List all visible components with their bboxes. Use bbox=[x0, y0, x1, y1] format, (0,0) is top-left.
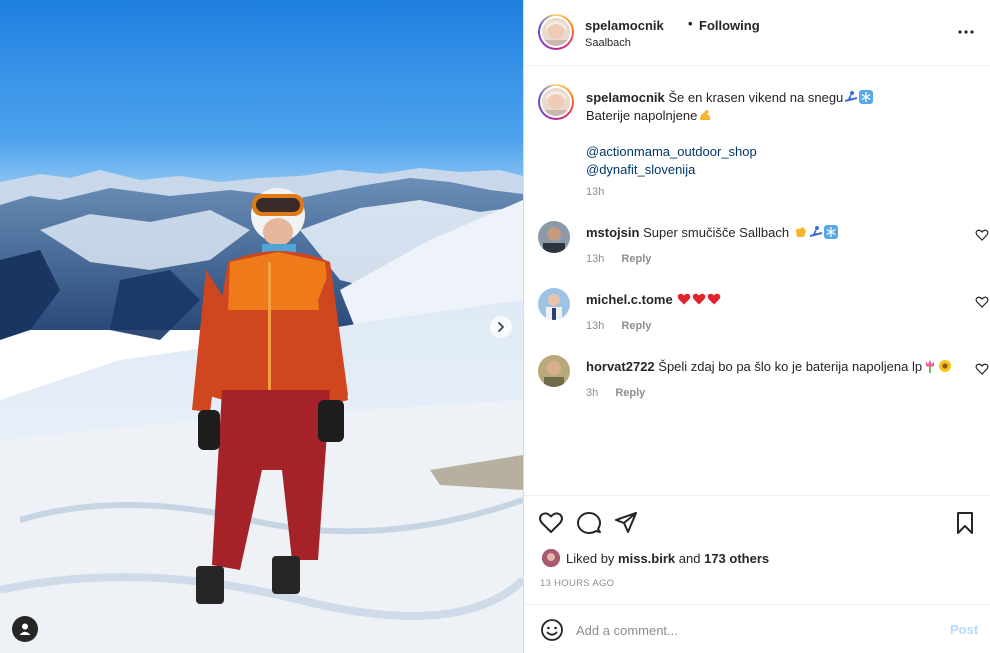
likes-others-link[interactable]: 173 others bbox=[704, 551, 769, 566]
caption-line1: Še en krasen vikend na snegu bbox=[668, 90, 844, 105]
author-username[interactable]: spelamocnik bbox=[585, 18, 664, 33]
comment-time: 13h bbox=[586, 253, 605, 265]
more-options-button[interactable] bbox=[954, 22, 978, 42]
caption-timestamp: 13h bbox=[586, 186, 605, 198]
comment-body: Super smučišče Sallbach bbox=[643, 225, 790, 240]
sunflower-icon bbox=[939, 360, 952, 372]
share-paper-plane-icon[interactable] bbox=[613, 510, 639, 536]
comment-username[interactable]: mstojsin bbox=[586, 225, 639, 240]
like-comment-heart-icon[interactable] bbox=[975, 295, 989, 309]
user-icon bbox=[19, 623, 31, 635]
post-timestamp: 13 HOURS AGO bbox=[540, 578, 615, 589]
chevron-right-icon bbox=[498, 322, 504, 332]
comment-item: mstojsin Super smučišče Sallbach 13h Rep… bbox=[538, 221, 989, 277]
like-comment-heart-icon[interactable] bbox=[975, 228, 989, 242]
comment-composer: Post bbox=[524, 604, 990, 653]
caption-username[interactable]: spelamocnik bbox=[586, 90, 665, 105]
post-details-panel: spelamocnik • Following Saalbach spelamo… bbox=[523, 0, 990, 653]
post-actions: Liked by miss.birk and 173 others 13 HOU… bbox=[524, 495, 990, 605]
commenter-avatar[interactable] bbox=[538, 288, 570, 320]
tulip-icon bbox=[926, 360, 935, 373]
avatar-image bbox=[542, 18, 570, 46]
comment-bubble-icon[interactable] bbox=[576, 510, 602, 536]
comment-body: Špeli zdaj bo pa šlo ko je baterija napo… bbox=[658, 359, 923, 374]
author-avatar[interactable] bbox=[538, 14, 574, 50]
comment-text: mstojsin Super smučišče Sallbach bbox=[586, 224, 966, 242]
comment-text: horvat2722 Špeli zdaj bo pa šlo ko je ba… bbox=[586, 358, 966, 376]
tagged-users-button[interactable] bbox=[12, 616, 38, 642]
red-heart-icon bbox=[678, 293, 691, 305]
skier-icon bbox=[809, 226, 822, 237]
flexed-biceps-icon bbox=[700, 110, 711, 120]
snowflake-icon bbox=[859, 90, 874, 104]
add-comment-input[interactable] bbox=[576, 619, 936, 641]
more-horizontal-icon bbox=[958, 30, 974, 34]
post-viewer: spelamocnik • Following Saalbach spelamo… bbox=[0, 0, 990, 653]
avatar-image bbox=[542, 88, 570, 116]
comment-meta: 3h Reply bbox=[586, 387, 645, 399]
liked-by-prefix: Liked by bbox=[566, 551, 615, 566]
caption-line2: Baterije napolnjene bbox=[586, 108, 698, 123]
liker-avatar[interactable] bbox=[542, 549, 560, 567]
location-link[interactable]: Saalbach bbox=[585, 37, 631, 49]
comment-username[interactable]: michel.c.tome bbox=[586, 292, 673, 307]
reply-button[interactable]: Reply bbox=[621, 253, 651, 265]
comment-time: 13h bbox=[586, 320, 605, 332]
post-photo[interactable] bbox=[0, 0, 523, 653]
commenter-avatar[interactable] bbox=[538, 221, 570, 253]
mention-actionmama[interactable]: @actionmama_outdoor_shop bbox=[586, 144, 757, 159]
clapping-icon bbox=[795, 227, 806, 237]
skier-icon bbox=[845, 91, 858, 102]
like-heart-icon[interactable] bbox=[538, 510, 564, 536]
reply-button[interactable]: Reply bbox=[615, 387, 645, 399]
comment-item: horvat2722 Špeli zdaj bo pa šlo ko je ba… bbox=[538, 355, 989, 411]
like-comment-heart-icon[interactable] bbox=[975, 362, 989, 376]
save-bookmark-icon[interactable] bbox=[952, 510, 978, 536]
liker-username[interactable]: miss.birk bbox=[618, 551, 675, 566]
post-header: spelamocnik • Following Saalbach bbox=[524, 0, 990, 66]
red-heart-icon bbox=[708, 293, 721, 305]
reply-button[interactable]: Reply bbox=[621, 320, 651, 332]
commenter-avatar[interactable] bbox=[538, 355, 570, 387]
following-button[interactable]: Following bbox=[699, 18, 760, 33]
caption-author-avatar[interactable] bbox=[538, 84, 574, 120]
comment-meta: 13h Reply bbox=[586, 253, 651, 265]
mention-dynafit[interactable]: @dynafit_slovenija bbox=[586, 162, 695, 177]
comment-meta: 13h Reply bbox=[586, 320, 651, 332]
comment-text: michel.c.tome bbox=[586, 291, 966, 309]
likes-summary: Liked by miss.birk and 173 others bbox=[566, 551, 769, 566]
next-photo-button[interactable] bbox=[490, 316, 512, 338]
snowflake-icon bbox=[823, 225, 838, 239]
comment-time: 3h bbox=[586, 387, 599, 399]
red-heart-icon bbox=[693, 293, 706, 305]
post-comment-button[interactable]: Post bbox=[950, 622, 978, 637]
emoji-smiley-icon[interactable] bbox=[540, 618, 564, 642]
ski-slope-photo bbox=[0, 0, 523, 653]
comment-username[interactable]: horvat2722 bbox=[586, 359, 655, 374]
liked-by-and: and bbox=[678, 551, 701, 566]
separator-dot: • bbox=[688, 16, 693, 31]
post-caption: spelamocnik Še en krasen vikend na snegu… bbox=[586, 89, 966, 179]
comment-item: michel.c.tome 13h Reply bbox=[538, 288, 989, 344]
